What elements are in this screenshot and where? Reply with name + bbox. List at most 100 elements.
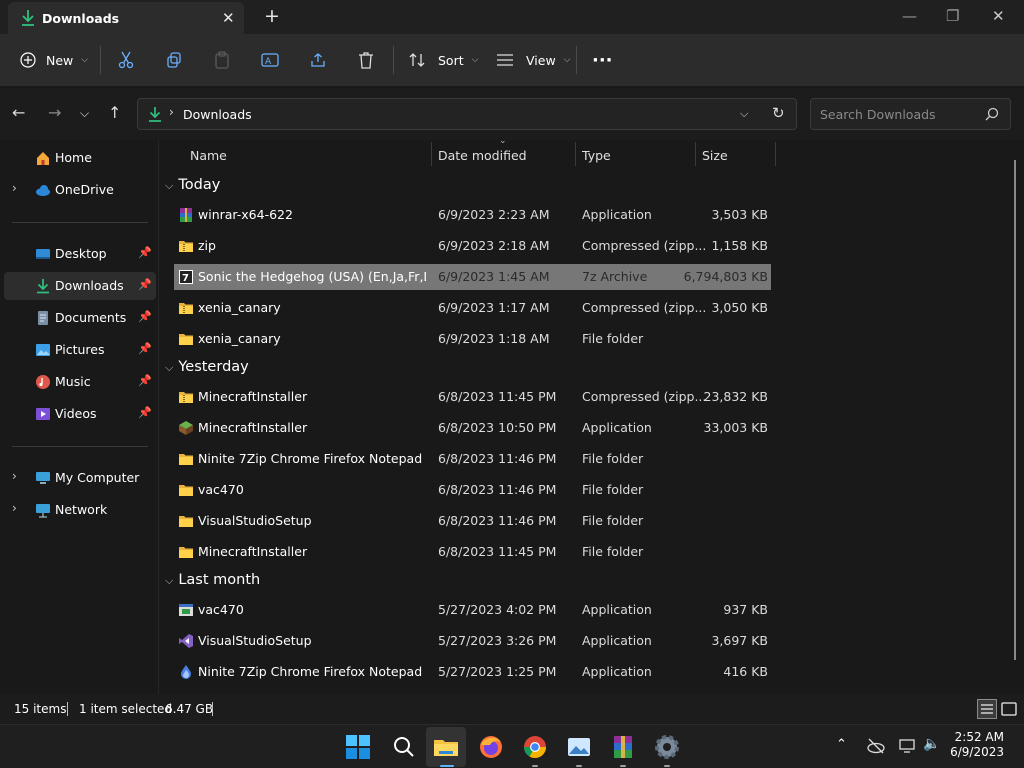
- file-type: Application: [582, 602, 652, 617]
- group-title: Today: [178, 177, 221, 193]
- volume-icon[interactable]: 🔈: [923, 736, 940, 752]
- file-type: File folder: [582, 331, 644, 346]
- music-icon: [35, 374, 51, 390]
- view-label: View: [526, 52, 556, 68]
- tiles-view-button[interactable]: [1000, 700, 1018, 722]
- up-arrow-icon[interactable]: ↑: [108, 103, 121, 122]
- onedrive-offline-icon[interactable]: [866, 737, 886, 759]
- running-indicator: [576, 765, 582, 767]
- system-clock[interactable]: 2:52 AM 6/9/2023: [950, 730, 1004, 760]
- sidebar-item-downloads[interactable]: Downloads 📌: [4, 272, 156, 300]
- start-button[interactable]: [342, 731, 374, 763]
- breadcrumb[interactable]: Downloads: [183, 107, 252, 122]
- pin-icon[interactable]: 📌: [138, 406, 152, 419]
- scrollbar[interactable]: [1014, 160, 1016, 660]
- sidebar-item-mycomputer[interactable]: › My Computer: [4, 464, 156, 492]
- file-row[interactable]: vac470 6/8/2023 11:46 PM File folder: [174, 477, 771, 503]
- taskbar-file-explorer[interactable]: [430, 731, 462, 763]
- file-row[interactable]: winrar-x64-622 6/9/2023 2:23 AM Applicatio…: [174, 202, 771, 228]
- taskbar-settings[interactable]: [651, 731, 683, 763]
- pin-icon[interactable]: 📌: [138, 342, 152, 355]
- forward-arrow-icon[interactable]: →: [48, 103, 61, 122]
- file-row[interactable]: Ninite 7Zip Chrome Firefox Notepad Inst.…: [174, 446, 771, 472]
- column-header-date[interactable]: Date modified: [438, 148, 527, 163]
- taskbar-firefox[interactable]: [475, 731, 507, 763]
- chevron-right-icon[interactable]: ›: [12, 181, 17, 195]
- file-row[interactable]: MinecraftInstaller 6/8/2023 11:45 PM File …: [174, 539, 771, 565]
- pin-icon[interactable]: 📌: [138, 278, 152, 291]
- file-row[interactable]: vac470 5/27/2023 4:02 PM Application 937 KB: [174, 597, 771, 623]
- sidebar-item-desktop[interactable]: Desktop 📌: [4, 240, 156, 268]
- column-divider[interactable]: [431, 142, 432, 166]
- group-header-last-month[interactable]: ⌵ Last month: [165, 572, 260, 588]
- column-header-type[interactable]: Type: [582, 148, 611, 163]
- file-row[interactable]: VisualStudioSetup 6/8/2023 11:46 PM File f…: [174, 508, 771, 534]
- sidebar-item-pictures[interactable]: Pictures 📌: [4, 336, 156, 364]
- refresh-icon[interactable]: ↻: [772, 104, 785, 122]
- share-button[interactable]: [310, 34, 326, 86]
- sidebar-item-videos[interactable]: Videos 📌: [4, 400, 156, 428]
- taskbar-chrome[interactable]: [519, 731, 551, 763]
- 7z-archive-icon: 7: [178, 269, 194, 285]
- more-options-button[interactable]: ···: [592, 34, 613, 86]
- delete-button[interactable]: [358, 34, 374, 86]
- view-button[interactable]: View ⌵: [496, 34, 571, 86]
- document-icon: [35, 310, 51, 326]
- back-arrow-icon[interactable]: ←: [12, 103, 25, 122]
- new-tab-button[interactable]: +: [264, 5, 280, 27]
- file-row[interactable]: MinecraftInstaller 6/8/2023 11:45 PM Compr…: [174, 384, 771, 410]
- column-divider[interactable]: [775, 142, 776, 166]
- file-row[interactable]: xenia_canary 6/9/2023 1:18 AM File folder: [174, 326, 771, 352]
- file-row[interactable]: zip 6/9/2023 2:18 AM Compressed (zipp... 1,…: [174, 233, 771, 259]
- chevron-right-icon[interactable]: ›: [12, 469, 17, 483]
- pin-icon[interactable]: 📌: [138, 246, 152, 259]
- close-window-button[interactable]: ✕: [992, 7, 1005, 25]
- column-divider[interactable]: [695, 142, 696, 166]
- chevron-right-icon[interactable]: ›: [12, 501, 17, 515]
- sidebar-item-music[interactable]: Music 📌: [4, 368, 156, 396]
- running-indicator: [532, 765, 538, 767]
- file-type: Compressed (zipp...: [582, 238, 707, 253]
- tab-downloads[interactable]: Downloads ✕: [8, 2, 244, 34]
- minimize-button[interactable]: —: [902, 7, 917, 25]
- column-divider[interactable]: [575, 142, 576, 166]
- details-view-button[interactable]: [977, 699, 997, 719]
- file-row[interactable]: MinecraftInstaller 6/8/2023 10:50 PM Appli…: [174, 415, 771, 441]
- new-button[interactable]: New ⌵: [20, 34, 88, 86]
- file-row[interactable]: xenia_canary 6/9/2023 1:17 AM Compressed (…: [174, 295, 771, 321]
- file-name: Ninite 7Zip Chrome Firefox Notepad Inst.…: [198, 664, 426, 679]
- group-title: Last month: [178, 572, 261, 588]
- rename-button[interactable]: A: [261, 34, 279, 86]
- file-row[interactable]: VisualStudioSetup 5/27/2023 3:26 PM Applic…: [174, 628, 771, 654]
- folder-icon: [178, 513, 194, 529]
- sidebar-item-home[interactable]: Home: [4, 144, 156, 172]
- taskbar-winrar[interactable]: [607, 731, 639, 763]
- file-row[interactable]: Ninite 7Zip Chrome Firefox Notepad Inst.…: [174, 659, 771, 685]
- chevron-down-icon[interactable]: ⌵: [740, 107, 748, 121]
- file-row[interactable]: 7 Sonic the Hedgehog (USA) (En,Ja,Fr,De,E…: [174, 264, 771, 290]
- sidebar-item-documents[interactable]: Documents 📌: [4, 304, 156, 332]
- column-header-size[interactable]: Size: [702, 148, 728, 163]
- column-header-name[interactable]: Name: [190, 148, 227, 163]
- sort-button[interactable]: Sort ⌵: [408, 34, 478, 86]
- recent-locations-chevron-icon[interactable]: ⌵: [80, 106, 89, 121]
- address-bar[interactable]: › Downloads ⌵: [137, 98, 797, 130]
- search-input[interactable]: Search Downloads: [810, 98, 1011, 130]
- group-header-today[interactable]: ⌵ Today: [165, 177, 220, 193]
- pin-icon[interactable]: 📌: [138, 310, 152, 323]
- taskbar-photos[interactable]: [563, 731, 595, 763]
- close-tab-icon[interactable]: ✕: [222, 9, 235, 27]
- paste-button[interactable]: [214, 34, 230, 86]
- sidebar-item-network[interactable]: › Network: [4, 496, 156, 524]
- show-hidden-icons-chevron[interactable]: ⌃: [836, 737, 847, 752]
- file-date: 6/8/2023 11:45 PM: [438, 544, 557, 559]
- copy-button[interactable]: [166, 34, 182, 86]
- network-icon[interactable]: [898, 737, 916, 759]
- group-header-yesterday[interactable]: ⌵ Yesterday: [165, 359, 249, 375]
- sort-arrows-icon: [409, 53, 425, 67]
- taskbar-search-button[interactable]: [387, 731, 419, 763]
- cut-button[interactable]: [118, 34, 134, 86]
- pin-icon[interactable]: 📌: [138, 374, 152, 387]
- sidebar-item-onedrive[interactable]: › OneDrive: [4, 176, 156, 204]
- maximize-button[interactable]: ❐: [946, 7, 959, 25]
